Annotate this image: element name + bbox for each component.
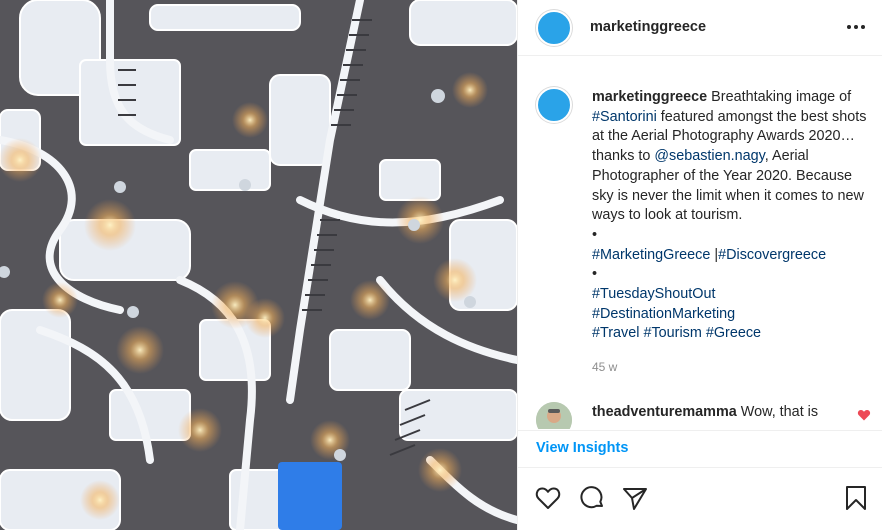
hashtag-greece[interactable]: #Greece <box>706 325 761 341</box>
post-panel: marketinggreece marketinggreece Breathta… <box>517 0 882 530</box>
view-insights-link[interactable]: View Insights <box>536 440 628 456</box>
bullet: • <box>592 266 598 283</box>
comments-area: marketinggreece Breathtaking image of #S… <box>518 57 882 429</box>
hashtag-marketinggreece[interactable]: #MarketingGreece <box>592 247 710 263</box>
caption-username[interactable]: marketinggreece <box>592 89 707 105</box>
caption-avatar[interactable] <box>536 87 572 123</box>
caption-text: marketinggreece Breathtaking image of #S… <box>592 88 872 344</box>
profile-avatar[interactable] <box>536 10 572 46</box>
post-image[interactable] <box>0 0 517 530</box>
separator: | <box>710 246 719 263</box>
comment-icon[interactable] <box>578 484 606 512</box>
aerial-photo <box>0 0 517 530</box>
header-username[interactable]: marketinggreece <box>590 19 706 35</box>
insights-bar: View Insights <box>518 430 882 468</box>
comment-avatar[interactable] <box>536 402 572 429</box>
hashtag-travel[interactable]: #Travel <box>592 325 639 341</box>
hashtag-discovergreece[interactable]: #Discovergreece <box>718 247 826 263</box>
hashtag-destinationmarketing[interactable]: #DestinationMarketing <box>592 306 735 322</box>
caption-text-part: Breathtaking image of <box>707 89 852 105</box>
comment-body: Wow, that is <box>736 404 819 420</box>
mention-link[interactable]: @sebastien.nagy <box>654 148 764 164</box>
share-icon[interactable] <box>621 484 649 512</box>
more-options-icon[interactable] <box>847 20 865 34</box>
comment-text: theadventuremamma Wow, that is <box>592 404 818 420</box>
action-bar <box>518 476 882 520</box>
hashtag-santorini[interactable]: #Santorini <box>592 109 657 125</box>
hashtag-tuesdayshoutout[interactable]: #TuesdayShoutOut <box>592 286 715 302</box>
hashtag-tourism[interactable]: #Tourism <box>643 325 701 341</box>
post-header: marketinggreece <box>518 0 882 56</box>
post-age[interactable]: 45 w <box>592 360 617 374</box>
bullet: • <box>592 226 598 243</box>
comment-username[interactable]: theadventuremamma <box>592 404 737 420</box>
like-heart-icon[interactable] <box>534 484 562 512</box>
comment-like-heart-icon[interactable] <box>857 409 871 421</box>
save-bookmark-icon[interactable] <box>842 484 870 512</box>
